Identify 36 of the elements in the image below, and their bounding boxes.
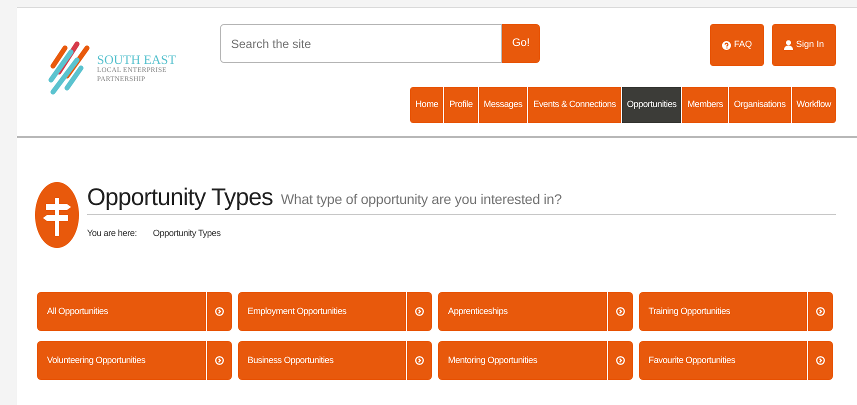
go-button[interactable]: Go! (502, 24, 540, 63)
opportunity-tile[interactable]: Apprenticeships (438, 292, 632, 331)
chevron-circle-icon (816, 307, 825, 316)
signpost-icon (35, 182, 79, 248)
nav-tab[interactable]: Opportunities (620, 87, 682, 123)
breadcrumb-label: You are here: (87, 227, 137, 240)
faq-button[interactable]: FAQ (710, 24, 764, 66)
nav-tab[interactable]: Home (410, 87, 444, 123)
opportunity-tile[interactable]: Favourite Opportunities (638, 341, 833, 380)
nav-tab[interactable]: Profile (443, 87, 478, 123)
sign-in-button[interactable]: Sign In (772, 24, 836, 66)
user-icon (784, 40, 793, 50)
logo-text: SOUTH EAST (97, 53, 176, 66)
nav-tab[interactable]: Events & Connections (527, 87, 621, 123)
opportunity-tile[interactable]: Mentoring Opportunities (438, 341, 632, 380)
breadcrumb-link[interactable]: Opportunity Types (152, 227, 221, 240)
nav-tab[interactable]: Organisations (728, 87, 791, 123)
nav-tab[interactable]: Messages (478, 87, 528, 123)
opportunity-tile[interactable]: Training Opportunities (638, 292, 833, 331)
opportunity-tile[interactable]: All Opportunities (37, 292, 232, 331)
page-title: Opportunity Types (87, 186, 273, 210)
chevron-circle-icon (616, 307, 624, 316)
opportunity-tile[interactable]: Business Opportunities (238, 341, 432, 380)
nav-tab[interactable]: Members (681, 87, 728, 123)
chevron-circle-icon (415, 356, 424, 365)
chevron-circle-icon (816, 356, 825, 365)
chevron-circle-icon (214, 356, 224, 365)
chevron-circle-icon (214, 307, 224, 316)
chevron-circle-icon (616, 356, 624, 365)
page-subtitle: What type of opportunity are you interested in? (280, 190, 562, 209)
opportunity-tile[interactable]: Volunteering Opportunities (37, 341, 232, 380)
chevron-circle-icon (415, 307, 424, 316)
nav-tab[interactable]: Workflow (790, 87, 836, 123)
search-field[interactable]: Search the site (220, 24, 502, 63)
opportunity-tile[interactable]: Employment Opportunities (238, 292, 432, 331)
help-icon (722, 40, 731, 50)
